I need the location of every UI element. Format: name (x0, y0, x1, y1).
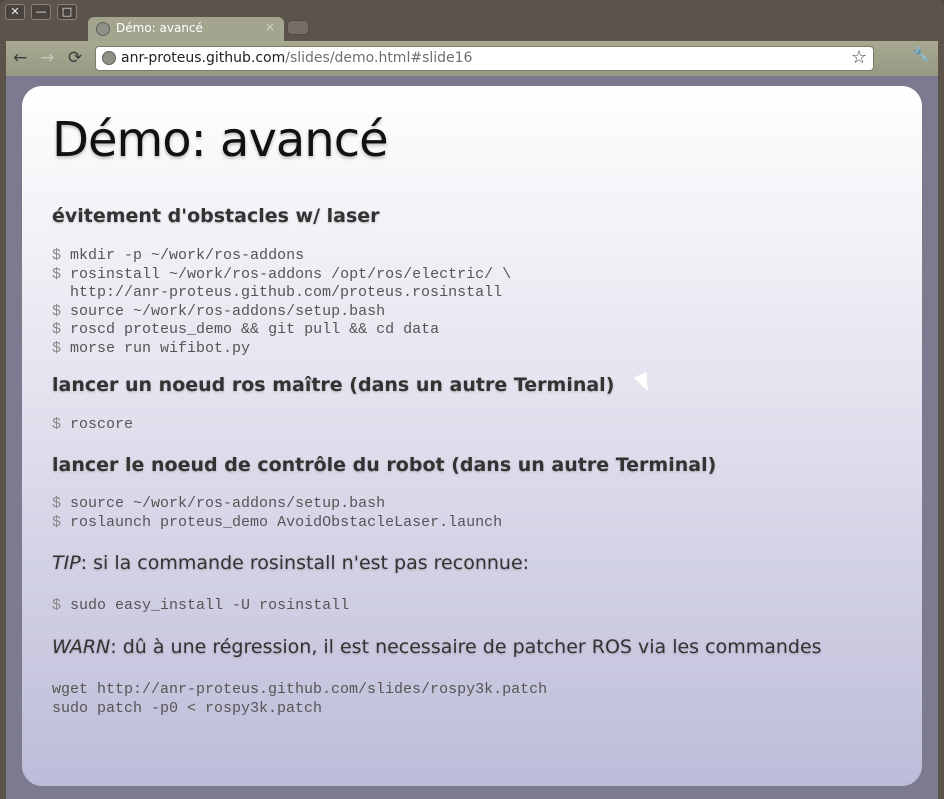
command: morse run wifibot.py (70, 339, 251, 357)
tip-text: TIP: si la commande rosinstall n'est pas… (52, 552, 529, 574)
tip-label: TIP (52, 552, 81, 574)
code-line: $ roscd proteus_demo && git pull && cd d… (52, 321, 511, 340)
code-block-5: wget http://anr-proteus.github.com/slide… (52, 681, 547, 718)
code-line: $ morse run wifibot.py (52, 340, 511, 359)
code-block-4: $ sudo easy_install -U rosinstall (52, 597, 349, 616)
slide-title: Démo: avancé (52, 112, 389, 168)
command: sudo patch -p0 < rospy3k.patch (52, 699, 323, 717)
prompt: $ (52, 247, 62, 264)
code-line: $ rosinstall ~/work/ros-addons /opt/ros/… (52, 266, 511, 285)
code-block-2: $ roscore (52, 416, 133, 435)
prompt: $ (52, 321, 62, 338)
warn-body: : dû à une régression, il est necessaire… (110, 636, 822, 658)
command: source ~/work/ros-addons/setup.bash (70, 495, 386, 512)
command: sudo easy_install -U rosinstall (70, 597, 350, 614)
code-line: wget http://anr-proteus.github.com/slide… (52, 681, 547, 700)
forward-button[interactable]: → (40, 48, 54, 68)
command: http://anr-proteus.github.com/proteus.ro… (52, 284, 503, 301)
command: rosinstall ~/work/ros-addons /opt/ros/el… (70, 265, 512, 283)
close-window-button[interactable]: ✕ (5, 4, 25, 20)
code-line: $ roscore (52, 416, 133, 435)
command: mkdir -p ~/work/ros-addons (70, 247, 305, 264)
wrench-icon[interactable]: 🔧 (912, 47, 929, 63)
url-text[interactable]: anr-proteus.github.com/slides/demo.html#… (121, 50, 472, 66)
url-host: anr-proteus.github.com (121, 50, 286, 66)
maximize-button[interactable]: □ (57, 4, 77, 20)
tab-title: Démo: avancé (116, 21, 203, 35)
star-icon[interactable]: ☆ (851, 47, 867, 68)
globe-icon (96, 22, 110, 36)
code-line: $ source ~/work/ros-addons/setup.bash (52, 495, 502, 514)
code-line: $ mkdir -p ~/work/ros-addons (52, 247, 511, 266)
code-line: sudo patch -p0 < rospy3k.patch (52, 700, 547, 719)
prompt: $ (52, 416, 62, 433)
heading-roscore: lancer un noeud ros maître (dans un autr… (52, 374, 615, 396)
code-block-3: $ source ~/work/ros-addons/setup.bash $ r… (52, 495, 502, 532)
new-tab-button[interactable] (287, 20, 309, 35)
code-line: http://anr-proteus.github.com/proteus.ro… (52, 284, 511, 303)
prompt: $ (52, 339, 62, 357)
command: roslaunch proteus_demo AvoidObstacleLase… (70, 513, 503, 531)
tab-close-button[interactable]: × (265, 20, 275, 34)
prompt: $ (52, 597, 62, 614)
prompt: $ (52, 513, 62, 531)
heading-obstacles: évitement d'obstacles w/ laser (52, 205, 380, 227)
page-icon (102, 51, 116, 65)
minimize-button[interactable]: — (31, 4, 51, 20)
command: wget http://anr-proteus.github.com/slide… (52, 681, 548, 698)
reload-button[interactable]: ⟳ (68, 48, 82, 68)
url-path: /slides/demo.html#slide16 (285, 50, 473, 66)
warn-label: WARN (52, 636, 111, 658)
warn-text: WARN: dû à une régression, il est necess… (52, 636, 822, 658)
prompt: $ (52, 265, 62, 283)
command: roscd proteus_demo && git pull && cd dat… (70, 321, 440, 338)
prompt: $ (52, 302, 62, 320)
back-button[interactable]: ← (13, 48, 27, 68)
code-line: $ sudo easy_install -U rosinstall (52, 597, 349, 616)
code-block-1: $ mkdir -p ~/work/ros-addons $ rosinstall… (52, 247, 511, 358)
command: roscore (70, 416, 134, 433)
prompt: $ (52, 495, 62, 512)
heading-control: lancer le noeud de contrôle du robot (da… (52, 454, 717, 476)
code-line: $ roslaunch proteus_demo AvoidObstacleLa… (52, 514, 502, 533)
tip-body: : si la commande rosinstall n'est pas re… (80, 552, 530, 574)
code-line: $ source ~/work/ros-addons/setup.bash (52, 303, 511, 322)
command: source ~/work/ros-addons/setup.bash (70, 302, 386, 320)
